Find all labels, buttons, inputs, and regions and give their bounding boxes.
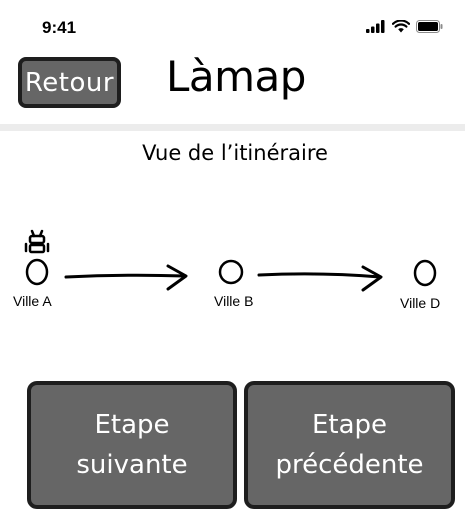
previous-step-label-line2: précédente: [275, 450, 424, 480]
next-step-label-line1: Etape: [94, 410, 170, 440]
next-step-button[interactable]: Etape suivante: [27, 381, 237, 509]
itinerary-title: Vue de l’itinéraire: [142, 141, 328, 165]
stop-label-b: Ville B: [214, 293, 254, 309]
previous-step-label-line1: Etape: [311, 410, 388, 440]
status-time: 9:41: [42, 18, 77, 37]
next-step-label-line2: suivante: [76, 450, 188, 480]
header-divider: [0, 124, 465, 131]
robot-icon: [24, 229, 50, 254]
battery-icon: [416, 20, 443, 33]
stop-label-a: Ville A: [13, 293, 52, 309]
stop-marker-d[interactable]: [413, 259, 437, 287]
back-button[interactable]: Retour: [18, 57, 121, 108]
itinerary-route: Ville A Ville B Ville D: [0, 225, 465, 320]
route-arrow-1: [64, 264, 188, 291]
stop-marker-a[interactable]: [25, 258, 49, 286]
previous-step-button[interactable]: Etape précédente: [244, 381, 455, 509]
stop-label-d: Ville D: [400, 295, 441, 311]
signal-icon: [366, 20, 385, 33]
wifi-icon: [392, 20, 410, 33]
stop-marker-b[interactable]: [218, 259, 244, 285]
route-arrow-2: [257, 265, 383, 292]
status-icons: [366, 20, 443, 33]
status-bar: 9:41: [0, 0, 465, 48]
app-title: Làmap: [166, 52, 306, 101]
